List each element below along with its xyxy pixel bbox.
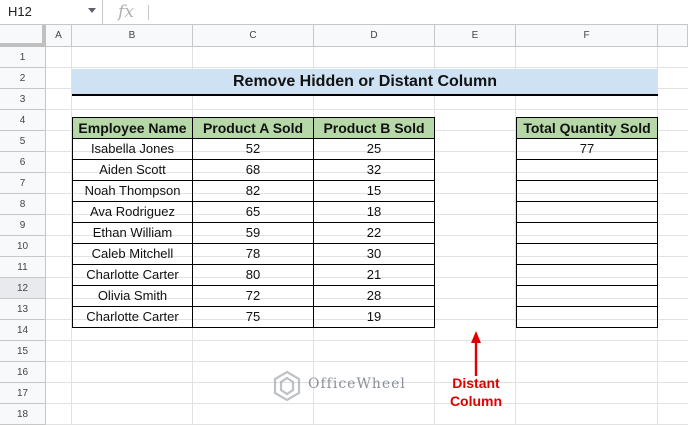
- row-header-3[interactable]: 3: [0, 89, 46, 110]
- employee-name-cell[interactable]: Ava Rodriguez: [72, 202, 193, 223]
- total-quantity-cell[interactable]: [516, 202, 658, 223]
- row-header-11[interactable]: 11: [0, 257, 46, 278]
- total-quantity-cell[interactable]: [516, 223, 658, 244]
- employee-name-cell[interactable]: Caleb Mitchell: [72, 244, 193, 265]
- product-a-cell[interactable]: 78: [193, 244, 314, 265]
- column-header-f[interactable]: F: [516, 25, 658, 47]
- column-header-c[interactable]: C: [193, 25, 314, 47]
- product-b-cell[interactable]: 15: [314, 181, 435, 202]
- column-header-e[interactable]: E: [435, 25, 516, 47]
- header-product-b[interactable]: Product B Sold: [314, 117, 435, 139]
- header-employee-name[interactable]: Employee Name: [72, 117, 193, 139]
- total-quantity-cell[interactable]: [516, 307, 658, 328]
- column-header-d[interactable]: D: [314, 25, 435, 47]
- row-header-15[interactable]: 15: [0, 341, 46, 362]
- total-quantity-cell[interactable]: [516, 244, 658, 265]
- watermark-text: OfficeWheel: [308, 376, 406, 392]
- product-a-cell[interactable]: 75: [193, 307, 314, 328]
- column-header-a[interactable]: A: [46, 25, 72, 47]
- product-a-cell[interactable]: 52: [193, 139, 314, 160]
- product-a-cell[interactable]: 72: [193, 286, 314, 307]
- product-a-cell[interactable]: 65: [193, 202, 314, 223]
- chevron-down-icon[interactable]: [88, 8, 96, 13]
- name-box[interactable]: H12: [0, 0, 103, 25]
- product-b-cell[interactable]: 30: [314, 244, 435, 265]
- row-header-16[interactable]: 16: [0, 362, 46, 383]
- product-b-cell[interactable]: 21: [314, 265, 435, 286]
- employee-name-cell[interactable]: Ethan William: [72, 223, 193, 244]
- product-b-cell[interactable]: 28: [314, 286, 435, 307]
- grid-row-line: [46, 361, 688, 362]
- header-total-quantity[interactable]: Total Quantity Sold: [516, 117, 658, 139]
- grid-row-line: [46, 67, 688, 68]
- product-b-cell[interactable]: 19: [314, 307, 435, 328]
- product-a-cell[interactable]: 80: [193, 265, 314, 286]
- product-b-cell[interactable]: 22: [314, 223, 435, 244]
- total-quantity-cell[interactable]: 77: [516, 139, 658, 160]
- product-b-cell[interactable]: 32: [314, 160, 435, 181]
- row-header-10[interactable]: 10: [0, 236, 46, 257]
- annotation-line-2: Column: [449, 393, 503, 409]
- product-a-cell[interactable]: 68: [193, 160, 314, 181]
- total-quantity-cell[interactable]: [516, 181, 658, 202]
- row-header-4[interactable]: 4: [0, 110, 46, 131]
- row-header-2[interactable]: 2: [0, 68, 46, 89]
- arrow-up-icon: [471, 331, 481, 376]
- column-header-b[interactable]: B: [72, 25, 193, 47]
- employee-name-cell[interactable]: Charlotte Carter: [72, 265, 193, 286]
- product-b-cell[interactable]: 18: [314, 202, 435, 223]
- row-header-12[interactable]: 12: [0, 278, 46, 299]
- employee-name-cell[interactable]: Olivia Smith: [72, 286, 193, 307]
- total-quantity-cell[interactable]: [516, 265, 658, 286]
- sheet-title[interactable]: Remove Hidden or Distant Column: [72, 69, 658, 96]
- row-header-7[interactable]: 7: [0, 173, 46, 194]
- row-header-14[interactable]: 14: [0, 320, 46, 341]
- header-product-a[interactable]: Product A Sold: [193, 117, 314, 139]
- total-quantity-cell[interactable]: [516, 286, 658, 307]
- employee-name-cell[interactable]: Aiden Scott: [72, 160, 193, 181]
- row-header-9[interactable]: 9: [0, 215, 46, 236]
- grid-row-line: [46, 340, 688, 341]
- grid-row-line: [46, 109, 688, 110]
- employee-name-cell[interactable]: Charlotte Carter: [72, 307, 193, 328]
- annotation-line-1: Distant: [452, 375, 500, 391]
- employee-name-cell[interactable]: Noah Thompson: [72, 181, 193, 202]
- column-header-blank[interactable]: [658, 25, 688, 47]
- function-icon: fx: [118, 2, 134, 22]
- product-b-cell[interactable]: 25: [314, 139, 435, 160]
- row-header-18[interactable]: 18: [0, 404, 46, 425]
- row-header-17[interactable]: 17: [0, 383, 46, 404]
- product-a-cell[interactable]: 82: [193, 181, 314, 202]
- employee-name-cell[interactable]: Isabella Jones: [72, 139, 193, 160]
- distant-column-annotation: Distant Column: [434, 374, 518, 410]
- row-header-13[interactable]: 13: [0, 299, 46, 320]
- formula-input[interactable]: [154, 0, 688, 25]
- row-header-5[interactable]: 5: [0, 131, 46, 152]
- select-all-corner[interactable]: [0, 25, 46, 47]
- row-header-1[interactable]: 1: [0, 47, 46, 68]
- product-a-cell[interactable]: 59: [193, 223, 314, 244]
- formula-divider: [148, 5, 149, 20]
- row-header-6[interactable]: 6: [0, 152, 46, 173]
- name-box-value: H12: [8, 4, 32, 19]
- total-quantity-cell[interactable]: [516, 160, 658, 181]
- row-header-8[interactable]: 8: [0, 194, 46, 215]
